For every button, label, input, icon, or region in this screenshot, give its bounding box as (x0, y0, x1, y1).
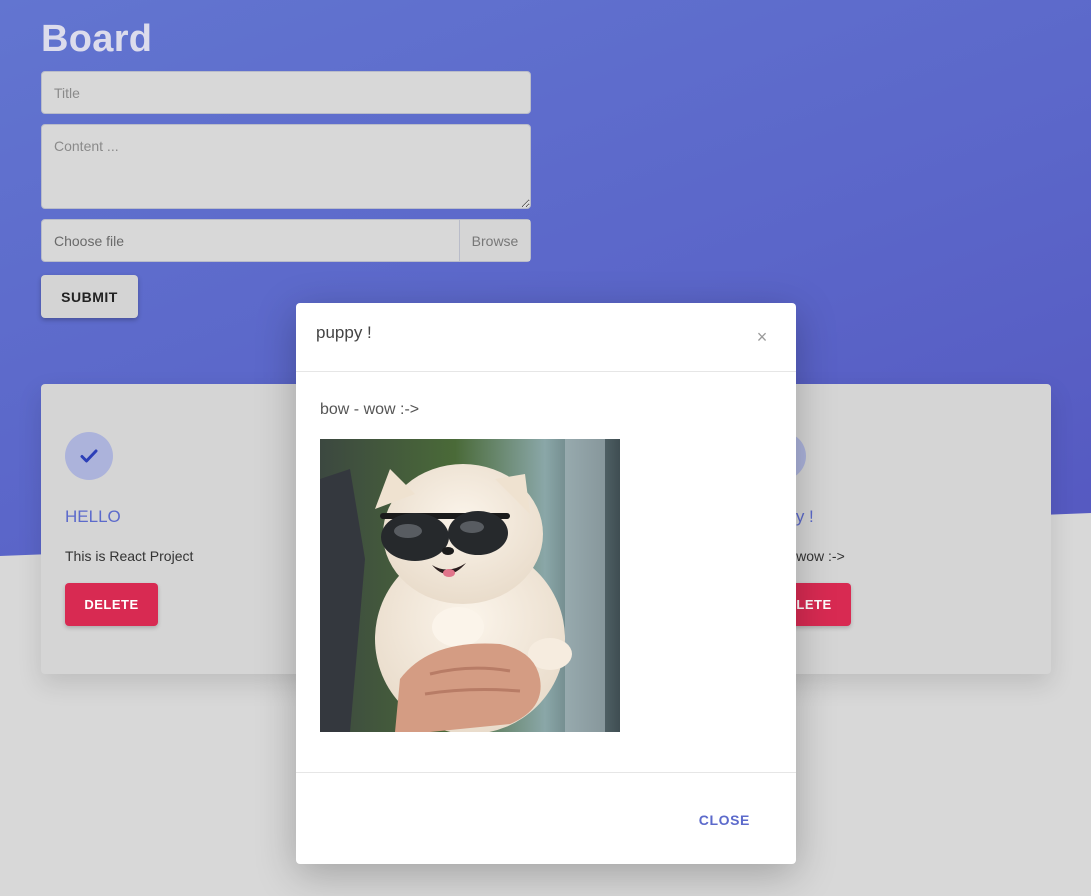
close-icon[interactable]: × (754, 327, 770, 347)
modal-footer: CLOSE (296, 772, 796, 865)
delete-button[interactable]: DELETE (65, 583, 158, 626)
card-check-icon (65, 432, 113, 480)
close-button[interactable]: CLOSE (693, 811, 756, 829)
modal-body-text: bow - wow :-> (320, 401, 420, 418)
page-title: Board (41, 18, 153, 60)
modal-header: puppy ! × (296, 303, 796, 372)
image-modal: puppy ! × bow - wow :-> CLOSE (296, 303, 796, 864)
title-input[interactable] (41, 71, 531, 114)
file-picker[interactable]: Choose file Browse (41, 219, 531, 262)
puppy-image (320, 439, 620, 732)
file-picker-label: Choose file (54, 232, 125, 249)
modal-title: puppy ! (316, 323, 372, 342)
submit-button[interactable]: SUBMIT (41, 275, 138, 318)
card-content: This is React Project (65, 548, 194, 564)
card-title: HELLO (65, 507, 121, 526)
browse-button[interactable]: Browse (459, 220, 530, 261)
content-textarea[interactable] (41, 124, 531, 209)
